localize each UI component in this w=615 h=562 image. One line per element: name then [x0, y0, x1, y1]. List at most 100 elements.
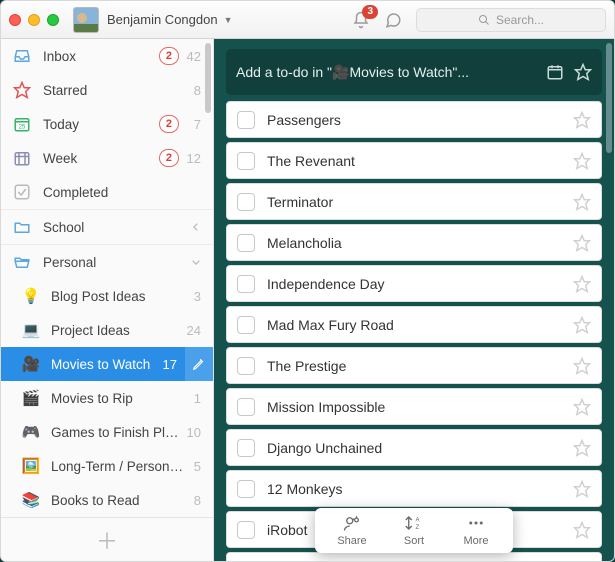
todo-checkbox[interactable]: [237, 152, 255, 170]
todo-item[interactable]: Melancholia: [226, 224, 602, 261]
star-button[interactable]: [573, 275, 591, 293]
sidebar-list-long-term[interactable]: 🖼️ Long-Term / Personal... 5: [1, 449, 213, 483]
sidebar-list-project-ideas[interactable]: 💻 Project Ideas 24: [1, 313, 213, 347]
account-menu[interactable]: Benjamin Congdon ▼: [107, 12, 233, 27]
overdue-badge: 2: [159, 149, 179, 167]
minimize-window-button[interactable]: [28, 14, 40, 26]
item-count: 24: [185, 323, 201, 338]
sidebar-list-books-to-read[interactable]: 📚 Books to Read 8: [1, 483, 213, 517]
todo-checkbox[interactable]: [237, 398, 255, 416]
todo-item[interactable]: Terminator: [226, 183, 602, 220]
todo-item[interactable]: 12 Monkeys: [226, 470, 602, 507]
window-controls: [9, 14, 59, 26]
item-count: 8: [185, 83, 201, 98]
list-label: Blog Post Ideas: [51, 289, 185, 304]
todo-checkbox[interactable]: [237, 234, 255, 252]
sidebar-item-completed[interactable]: Completed: [1, 175, 213, 209]
todo-item[interactable]: Passengers: [226, 101, 602, 138]
folder-open-icon: [13, 253, 31, 271]
sort-button[interactable]: AZ Sort: [385, 514, 443, 547]
sidebar-list-movies-to-rip[interactable]: 🎬 Movies to Rip 1: [1, 381, 213, 415]
sidebar-folder-personal[interactable]: Personal: [1, 245, 213, 279]
star-icon[interactable]: [574, 63, 592, 81]
star-button[interactable]: [573, 480, 591, 498]
folder-label: Personal: [43, 255, 191, 270]
star-button[interactable]: [573, 111, 591, 129]
list-emoji-icon: 🖼️: [21, 457, 41, 475]
todo-title: Mad Max Fury Road: [267, 317, 573, 333]
star-button[interactable]: [573, 193, 591, 211]
star-icon: [573, 152, 591, 170]
edit-list-button[interactable]: [185, 347, 213, 381]
todo-checkbox[interactable]: [237, 275, 255, 293]
sidebar-item-today[interactable]: 25 Today 2 7: [1, 107, 213, 141]
sidebar-list-games-to-finish[interactable]: 🎮 Games to Finish Playing 10: [1, 415, 213, 449]
more-button[interactable]: More: [447, 514, 505, 547]
conversations-button[interactable]: [384, 11, 402, 29]
notification-badge: 3: [362, 5, 378, 19]
list-emoji-icon: 🎥: [21, 355, 41, 373]
todo-item[interactable]: Mission Impossible: [226, 388, 602, 425]
todo-item[interactable]: The Prestige: [226, 347, 602, 384]
todo-checkbox[interactable]: [237, 480, 255, 498]
todo-item[interactable]: Independence Day: [226, 265, 602, 302]
avatar[interactable]: [73, 7, 99, 33]
todo-checkbox[interactable]: [237, 439, 255, 457]
sidebar-item-starred[interactable]: Starred 8: [1, 73, 213, 107]
main-scrollbar[interactable]: [606, 43, 612, 153]
star-button[interactable]: [573, 316, 591, 334]
sidebar-item-label: Inbox: [43, 49, 159, 64]
sidebar-folder-school[interactable]: School: [1, 210, 213, 244]
sidebar-item-week[interactable]: Week 2 12: [1, 141, 213, 175]
more-label: More: [463, 535, 488, 547]
due-date-icon[interactable]: [546, 63, 564, 81]
star-button[interactable]: [573, 152, 591, 170]
star-icon: [573, 234, 591, 252]
sidebar-list-movies-to-watch[interactable]: 🎥 Movies to Watch 17: [1, 347, 213, 381]
star-icon: [573, 439, 591, 457]
star-icon: [573, 193, 591, 211]
account-name: Benjamin Congdon: [107, 12, 218, 27]
search-input[interactable]: Search...: [416, 8, 606, 32]
todo-list: Passengers The Revenant Terminator Melancho…: [214, 101, 614, 561]
star-button[interactable]: [573, 521, 591, 539]
item-count: 1: [185, 391, 201, 406]
zoom-window-button[interactable]: [47, 14, 59, 26]
star-button[interactable]: [573, 439, 591, 457]
app-body: Inbox 2 42 Starred 8: [1, 39, 614, 561]
todo-title: The Prestige: [267, 358, 573, 374]
sidebar-scroll: Inbox 2 42 Starred 8: [1, 39, 213, 517]
star-button[interactable]: [573, 234, 591, 252]
add-list-button[interactable]: ＋: [1, 517, 213, 561]
speech-bubble-icon: [384, 11, 402, 29]
sidebar-item-inbox[interactable]: Inbox 2 42: [1, 39, 213, 73]
todo-title: Django Unchained: [267, 440, 573, 456]
todo-item[interactable]: Mad Max Fury Road: [226, 306, 602, 343]
todo-checkbox[interactable]: [237, 357, 255, 375]
todo-item[interactable]: Children (…): [226, 552, 602, 561]
star-button[interactable]: [573, 357, 591, 375]
main-panel: Add a to-do in "🎥Movies to Watch"... Pas…: [214, 39, 614, 561]
close-window-button[interactable]: [9, 14, 21, 26]
todo-item[interactable]: The Revenant: [226, 142, 602, 179]
todo-item[interactable]: Django Unchained: [226, 429, 602, 466]
star-icon: [573, 480, 591, 498]
todo-checkbox[interactable]: [237, 193, 255, 211]
star-icon: [573, 316, 591, 334]
list-emoji-icon: 💻: [21, 321, 41, 339]
sidebar-list-blog-post-ideas[interactable]: 💡 Blog Post Ideas 3: [1, 279, 213, 313]
todo-checkbox[interactable]: [237, 111, 255, 129]
sidebar-item-label: Starred: [43, 83, 185, 98]
titlebar: Benjamin Congdon ▼ 3 Search...: [1, 1, 614, 39]
share-button[interactable]: Share: [323, 514, 381, 547]
notifications-button[interactable]: 3: [352, 11, 370, 29]
list-emoji-icon: 🎮: [21, 423, 41, 441]
todo-checkbox[interactable]: [237, 316, 255, 334]
add-todo-input[interactable]: Add a to-do in "🎥Movies to Watch"...: [226, 49, 602, 95]
list-label: Project Ideas: [51, 323, 185, 338]
item-count: 10: [185, 425, 201, 440]
item-count: 8: [185, 493, 201, 508]
star-button[interactable]: [573, 398, 591, 416]
todo-checkbox[interactable]: [237, 521, 255, 539]
star-icon: [573, 398, 591, 416]
